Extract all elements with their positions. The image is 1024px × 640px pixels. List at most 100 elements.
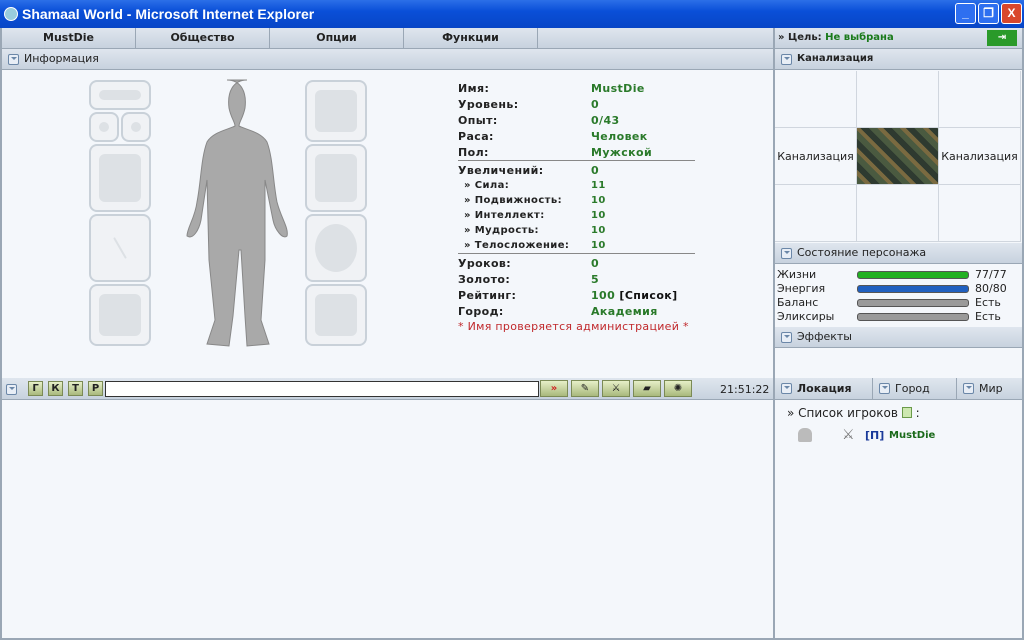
minimize-button[interactable]: _ [955,3,976,24]
stat-value: 10 [591,240,606,251]
rating-list-link[interactable]: [Список] [619,289,677,302]
stat-value: 11 [591,180,606,191]
restore-button[interactable]: ❐ [978,3,999,24]
stat-value: 10 [591,195,606,206]
state-row: Жизни 77/77 [777,268,1022,282]
stat-row: » Подвижность: 10 [458,195,698,211]
value: MustDie [591,82,645,95]
stat-value: 5 [591,273,599,286]
stat-row: » Интеллект: 10 [458,210,698,226]
player-clan-tag[interactable]: [П] [865,429,884,442]
tab-label: Город [895,382,930,395]
stat-row: » Мудрость: 10 [458,225,698,241]
channel-k-button[interactable]: К [48,381,63,396]
state-bar [857,299,969,307]
value: 100 [591,289,616,302]
stat-label: Увеличений: [458,164,544,177]
settings-icon[interactable]: ✺ [664,380,692,397]
channel-g-button[interactable]: Г [28,381,43,396]
map-cell-se [939,185,1021,242]
map-cell-n [857,71,939,128]
channel-t-button[interactable]: Т [68,381,83,396]
chat-input[interactable] [105,381,539,397]
state-header[interactable]: Состояние персонажа [775,243,1022,264]
value: Человек [591,130,648,143]
weapon-slot[interactable] [89,214,151,282]
close-button[interactable]: X [1001,3,1022,24]
stat-label: » Мудрость: [464,225,539,236]
effects-header[interactable]: Эффекты [775,327,1022,348]
stat-row: Раса: Человек [458,130,698,146]
map-cell-nw [775,71,857,128]
stat-label: Имя: [458,82,490,95]
collapse-icon[interactable] [781,248,792,259]
stat-value: 0 [591,98,599,111]
collapse-icon[interactable] [8,54,19,65]
ghost-icon [798,428,812,442]
map-exit-west[interactable]: Канализация [775,128,857,185]
smiley-icon[interactable]: ✎ [571,380,599,397]
book-icon[interactable]: ▰ [633,380,661,397]
name-check-notice: * Имя проверяется администрацией * [458,320,689,333]
location-header[interactable]: Канализация [775,49,1022,70]
helmet-slot-small[interactable] [89,80,151,110]
state-row: Баланс Есть [777,296,1022,310]
stat-value: Человек [591,130,648,143]
state-value: 77/77 [975,268,1007,281]
stat-label: » Телосложение: [464,240,570,251]
menu-functions[interactable]: Функции [404,28,538,48]
location-title: Канализация [797,53,874,64]
stat-row: Увеличений: 0 [458,164,698,180]
effects-title: Эффекты [797,330,852,343]
channel-r-button[interactable]: Р [88,381,103,396]
tab-city[interactable]: Город [873,378,957,400]
player-name[interactable]: MustDie [889,430,935,441]
collapse-icon[interactable] [781,332,792,343]
stat-row: Уроков: 0 [458,257,698,273]
refresh-icon[interactable] [901,407,912,418]
player-list-label: » Список игроков [787,406,898,420]
menu-society[interactable]: Общество [136,28,270,48]
sword-icon: ⚔ [842,427,855,443]
stat-value: Мужской [591,146,652,159]
stat-label: Пол: [458,146,489,159]
value: Мужской [591,146,653,159]
send-button[interactable]: » [540,380,568,397]
menu-character[interactable]: MustDie [2,28,136,48]
cloak-slot[interactable] [305,144,367,212]
tab-world[interactable]: Мир [957,378,1022,400]
divider [458,160,695,161]
map-exit-east[interactable]: Канализация [939,128,1021,185]
state-label: Эликсиры [777,310,835,323]
gloves-slot[interactable] [89,284,151,346]
exit-door-icon[interactable]: ⇥ [987,30,1017,46]
value: 0/43 [591,114,620,127]
value: 0 [591,257,600,270]
helmet-slot[interactable] [305,80,367,142]
boots-slot[interactable] [305,284,367,346]
stat-label: » Подвижность: [464,195,562,206]
state-row: Энергия 80/80 [777,282,1022,296]
value: 5 [591,273,600,286]
state-label: Баланс [777,296,819,309]
main-menu: MustDie Общество Опции Функции [2,28,773,49]
stat-row: Город: Академия [458,305,698,321]
player-list-title: » Список игроков : [787,406,920,420]
armor-slot[interactable] [89,144,151,212]
ring-slot-1[interactable] [89,112,119,142]
swords-icon[interactable]: ⚔ [602,380,630,397]
stat-label: Золото: [458,273,511,286]
stat-value: MustDie [591,82,645,95]
info-header[interactable]: Информация [2,49,773,70]
shield-slot[interactable] [305,214,367,282]
collapse-icon[interactable] [6,384,17,395]
stat-row: Рейтинг: 100 [Список] [458,289,698,305]
stat-row: Уровень: 0 [458,98,698,114]
menu-options[interactable]: Опции [270,28,404,48]
tab-label: Локация [797,382,852,395]
tab-location[interactable]: Локация [775,378,873,400]
value: 0 [591,98,600,111]
ring-slot-2[interactable] [121,112,151,142]
value: 10 [591,195,606,206]
collapse-icon[interactable] [781,54,792,65]
